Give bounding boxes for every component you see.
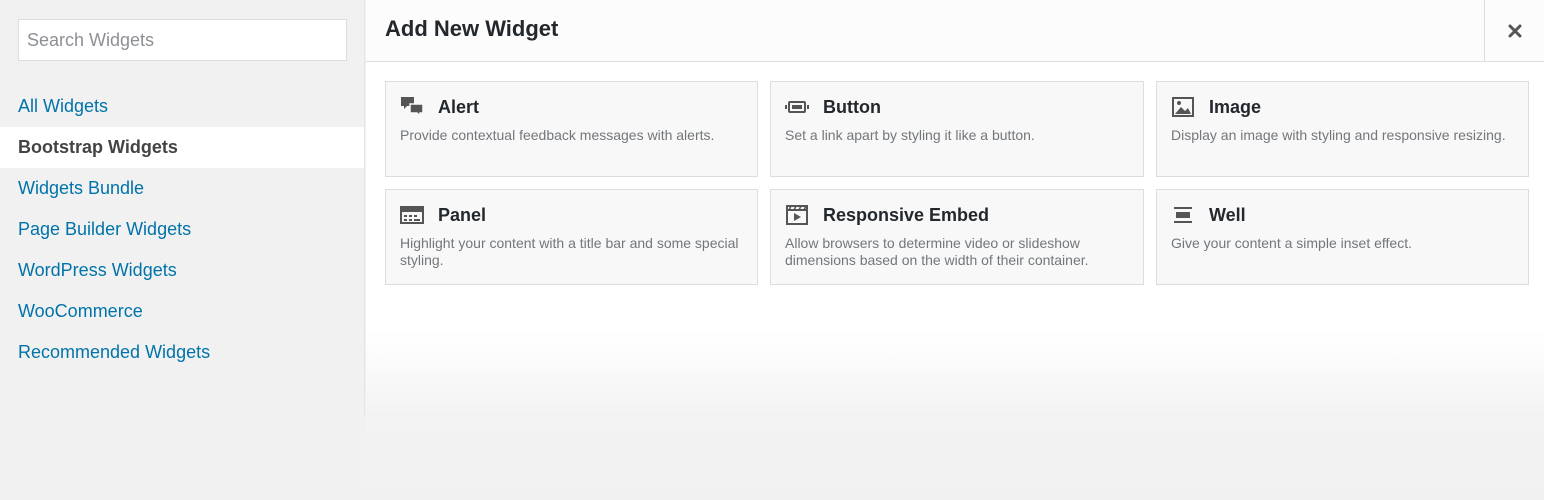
widget-card-header: Responsive Embed <box>785 203 1129 227</box>
widget-card-alert[interactable]: Alert Provide contextual feedback messag… <box>385 81 758 177</box>
widget-description: Highlight your content with a title bar … <box>400 235 739 268</box>
sidebar: All Widgets Bootstrap Widgets Widgets Bu… <box>0 0 365 415</box>
widget-title: Panel <box>438 204 487 225</box>
widget-category-list: All Widgets Bootstrap Widgets Widgets Bu… <box>0 86 364 373</box>
image-icon <box>1171 95 1195 119</box>
widget-title: Button <box>823 96 881 117</box>
sidebar-item-page-builder-widgets[interactable]: Page Builder Widgets <box>0 209 364 250</box>
widget-description: Provide contextual feedback messages wit… <box>400 127 715 143</box>
widget-grid: Alert Provide contextual feedback messag… <box>385 81 1529 285</box>
speech-bubbles-icon <box>400 95 424 119</box>
widget-card-header: Alert <box>400 95 743 119</box>
sidebar-item-recommended-widgets[interactable]: Recommended Widgets <box>0 332 364 373</box>
search-wrap <box>0 0 364 61</box>
page-title: Add New Widget <box>385 16 559 41</box>
dialog-header: Add New Widget <box>366 0 1544 62</box>
sidebar-item-all-widgets[interactable]: All Widgets <box>0 86 364 127</box>
panel-icon <box>400 203 424 227</box>
main-panel: Add New Widget Alert Provide contextual … <box>366 0 1544 500</box>
widget-title: Image <box>1209 96 1262 117</box>
widget-title: Responsive Embed <box>823 204 990 225</box>
close-icon <box>1508 24 1521 37</box>
widget-card-header: Image <box>1171 95 1514 119</box>
widget-description: Allow browsers to determine video or sli… <box>785 235 1089 268</box>
widget-description: Set a link apart by styling it like a bu… <box>785 127 1035 143</box>
widget-card-header: Well <box>1171 203 1514 227</box>
close-button[interactable] <box>1484 0 1544 61</box>
button-icon <box>785 95 809 119</box>
widget-description: Display an image with styling and respon… <box>1171 127 1506 143</box>
sidebar-item-widgets-bundle[interactable]: Widgets Bundle <box>0 168 364 209</box>
video-icon <box>785 203 809 227</box>
widget-card-panel[interactable]: Panel Highlight your content with a titl… <box>385 189 758 285</box>
widget-card-header: Button <box>785 95 1129 119</box>
sidebar-item-woocommerce[interactable]: WooCommerce <box>0 291 364 332</box>
widget-card-button[interactable]: Button Set a link apart by styling it li… <box>770 81 1144 177</box>
widget-card-image[interactable]: Image Display an image with styling and … <box>1156 81 1529 177</box>
sidebar-item-bootstrap-widgets[interactable]: Bootstrap Widgets <box>0 127 364 168</box>
widget-title: Well <box>1209 204 1246 225</box>
widget-title: Alert <box>438 96 480 117</box>
sidebar-item-wordpress-widgets[interactable]: WordPress Widgets <box>0 250 364 291</box>
widget-card-responsive-embed[interactable]: Responsive Embed Allow browsers to deter… <box>770 189 1144 285</box>
well-icon <box>1171 203 1195 227</box>
widget-card-well[interactable]: Well Give your content a simple inset ef… <box>1156 189 1529 285</box>
widget-card-header: Panel <box>400 203 743 227</box>
search-input[interactable] <box>18 19 347 61</box>
widget-description: Give your content a simple inset effect. <box>1171 235 1412 251</box>
